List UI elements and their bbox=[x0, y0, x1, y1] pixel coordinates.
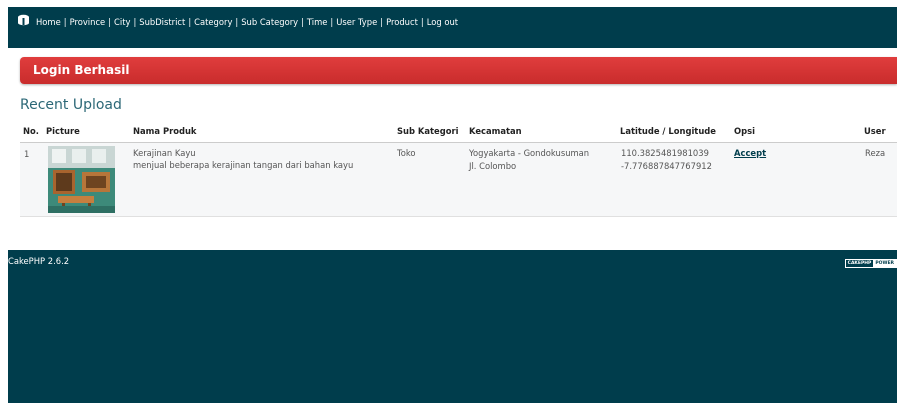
product-thumbnail[interactable] bbox=[48, 146, 115, 213]
footer-version: CakePHP 2.6.2 bbox=[8, 256, 70, 266]
column-header-latitude-longitude: Latitude / Longitude bbox=[620, 126, 716, 136]
nav-separator: | bbox=[330, 17, 334, 27]
badge-right-text: POWER bbox=[873, 260, 896, 267]
nav-separator: | bbox=[133, 17, 137, 27]
cakephp-power-badge[interactable]: CAKEPHP POWER bbox=[844, 259, 897, 268]
nav-link-subdistrict[interactable]: SubDistrict bbox=[139, 17, 185, 27]
nav-separator: | bbox=[380, 17, 384, 27]
nav-separator: | bbox=[235, 17, 239, 27]
nav-link-user-type[interactable]: User Type bbox=[336, 17, 377, 27]
flash-message-text: Login Berhasil bbox=[33, 63, 130, 77]
nav-link-city[interactable]: City bbox=[114, 17, 130, 27]
nav-separator: | bbox=[301, 17, 304, 27]
nav-separator: | bbox=[108, 17, 112, 27]
column-header-user: User bbox=[864, 126, 886, 136]
product-name: Kerajinan Kayu bbox=[133, 148, 196, 158]
column-header-nama-produk: Nama Produk bbox=[133, 126, 197, 136]
row-number: 1 bbox=[24, 149, 30, 159]
nav-separator: | bbox=[188, 17, 192, 27]
footer: CakePHP 2.6.2 CAKEPHP POWER bbox=[8, 250, 897, 403]
nav-separator: | bbox=[63, 17, 67, 27]
flash-message: Login Berhasil bbox=[20, 57, 897, 84]
nav-link-sub-category[interactable]: Sub Category bbox=[241, 17, 298, 27]
column-header-opsi: Opsi bbox=[734, 126, 755, 136]
table-row: 1 Kerajinan Kayu menjual beberapa keraji… bbox=[20, 143, 897, 217]
section-title: Recent Upload bbox=[20, 97, 122, 113]
sub-kategori-value: Toko bbox=[397, 148, 416, 158]
nav-link-logout[interactable]: Log out bbox=[427, 17, 458, 27]
latitude-value: 110.3825481981039 bbox=[621, 148, 709, 158]
cakephp-logo-icon[interactable] bbox=[17, 14, 30, 26]
nav-link-province[interactable]: Province bbox=[70, 17, 106, 27]
badge-left-text: CAKEPHP bbox=[845, 260, 874, 267]
address-value: Jl. Colombo bbox=[469, 161, 517, 171]
column-header-kecamatan: Kecamatan bbox=[469, 126, 522, 136]
nav-link-category[interactable]: Category bbox=[194, 17, 232, 27]
main-nav: Home | Province | City | SubDistrict | Category |… bbox=[36, 17, 458, 27]
column-header-sub-kategori: Sub Kategori bbox=[397, 126, 459, 136]
table-header: No. Picture Nama Produk Sub Kategori Kec… bbox=[20, 122, 897, 143]
product-description: menjual beberapa kerajinan tangan dari b… bbox=[133, 160, 354, 170]
column-header-picture: Picture bbox=[46, 126, 80, 136]
kecamatan-value: Yogyakarta - Gondokusuman bbox=[469, 148, 590, 158]
nav-separator: | bbox=[420, 17, 424, 27]
nav-link-product[interactable]: Product bbox=[386, 17, 418, 27]
nav-link-time[interactable]: Time bbox=[307, 17, 328, 27]
accept-link[interactable]: Accept bbox=[734, 147, 766, 159]
user-value: Reza bbox=[865, 148, 886, 158]
nav-link-home[interactable]: Home bbox=[36, 17, 61, 27]
column-header-no: No. bbox=[23, 126, 39, 136]
top-navigation-bar bbox=[8, 7, 897, 48]
longitude-value: -7.776887847767912 bbox=[621, 161, 712, 171]
